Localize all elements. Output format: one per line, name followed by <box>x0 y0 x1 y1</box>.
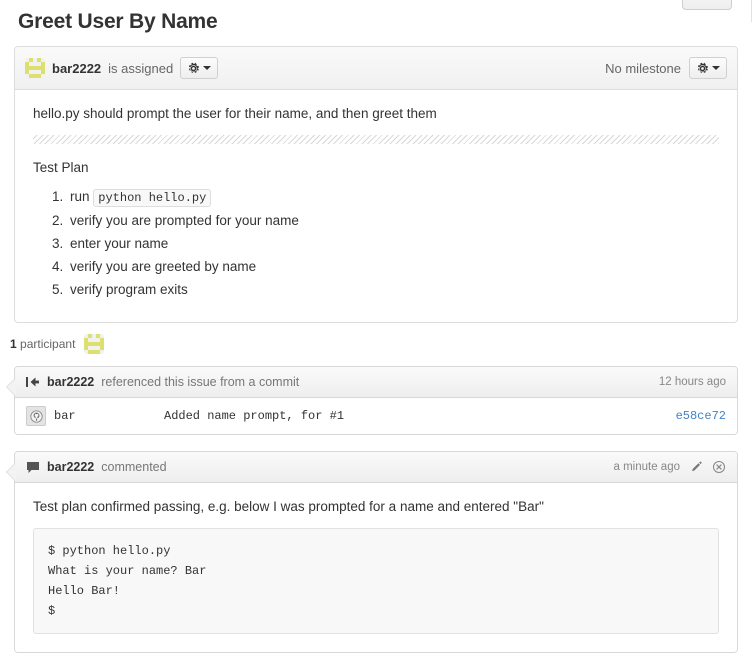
list-item: verify you are prompted for your name <box>67 212 719 230</box>
comment-bubble-icon <box>26 461 40 474</box>
event-timestamp: 12 hours ago <box>659 376 726 388</box>
comment-header-right: a minute ago <box>614 460 727 474</box>
identicon-avatar[interactable] <box>84 334 104 354</box>
assignee-status-text: is assigned <box>108 61 173 76</box>
timeline-comment: bar2222 commented a minute ago <box>14 451 738 653</box>
timeline-header-left: bar2222 referenced this issue from a com… <box>26 375 299 389</box>
gear-icon <box>187 62 200 75</box>
list-item: verify you are greeted by name <box>67 258 719 276</box>
caret-down-icon <box>203 66 211 70</box>
caret-down-icon <box>712 66 720 70</box>
gear-icon <box>696 62 709 75</box>
top-toolbar <box>0 0 752 10</box>
comment-username[interactable]: bar2222 <box>47 460 94 474</box>
participants-count: 1 <box>10 337 17 351</box>
comment-timestamp: a minute ago <box>614 461 681 473</box>
comment-action-text: commented <box>101 460 166 474</box>
milestone-settings-button[interactable] <box>689 57 727 79</box>
participants-label: 1 participant <box>10 337 75 351</box>
commit-row: bar Added name prompt, for #1 e58ce72 <box>15 398 737 434</box>
step-prefix: run <box>70 189 90 204</box>
assignee-settings-button[interactable] <box>180 57 218 79</box>
timeline-commit-reference: bar2222 referenced this issue from a com… <box>14 366 738 435</box>
comment-body: Test plan confirmed passing, e.g. below … <box>15 483 737 652</box>
timeline-header: bar2222 referenced this issue from a com… <box>15 367 737 398</box>
comment-text: Test plan confirmed passing, e.g. below … <box>33 497 719 516</box>
event-username[interactable]: bar2222 <box>47 375 94 389</box>
issue-card: bar2222 is assigned No milestone <box>14 46 738 323</box>
issue-description: hello.py should prompt the user for thei… <box>33 104 719 123</box>
milestone-group: No milestone <box>605 57 727 79</box>
git-reference-icon <box>26 376 40 388</box>
participants-section: 1 participant <box>0 323 752 366</box>
issue-page: Greet User By Name bar2222 is assigned <box>0 0 752 653</box>
comment-header-left: bar2222 commented <box>26 460 167 474</box>
issue-body: hello.py should prompt the user for thei… <box>15 90 737 322</box>
comment-header: bar2222 commented a minute ago <box>15 452 737 483</box>
commit-author: bar <box>54 409 164 423</box>
event-action-text: referenced this issue from a commit <box>101 375 299 389</box>
identicon-avatar <box>25 58 45 78</box>
assignee-group: bar2222 is assigned <box>25 57 218 79</box>
commit-message[interactable]: Added name prompt, for #1 <box>164 409 676 423</box>
section-divider <box>33 134 719 144</box>
list-item: verify program exits <box>67 281 719 299</box>
top-action-button[interactable] <box>682 0 732 10</box>
inline-code: python hello.py <box>93 189 211 207</box>
page-title: Greet User By Name <box>0 10 752 46</box>
timeline-header-right: 12 hours ago <box>659 376 726 388</box>
commit-sha-link[interactable]: e58ce72 <box>676 409 726 423</box>
octocat-avatar <box>26 406 46 426</box>
assignee-username[interactable]: bar2222 <box>52 61 101 76</box>
test-plan-heading: Test Plan <box>33 158 719 177</box>
list-item: enter your name <box>67 235 719 253</box>
issue-meta-bar: bar2222 is assigned No milestone <box>15 47 737 90</box>
list-item: run python hello.py <box>67 188 719 207</box>
circle-x-icon[interactable] <box>712 460 726 474</box>
terminal-code-block: $ python hello.py What is your name? Bar… <box>33 528 719 634</box>
participants-noun: participant <box>20 337 75 351</box>
milestone-label: No milestone <box>605 61 681 76</box>
pencil-icon[interactable] <box>689 460 703 474</box>
test-plan-list: run python hello.py verify you are promp… <box>33 188 719 299</box>
